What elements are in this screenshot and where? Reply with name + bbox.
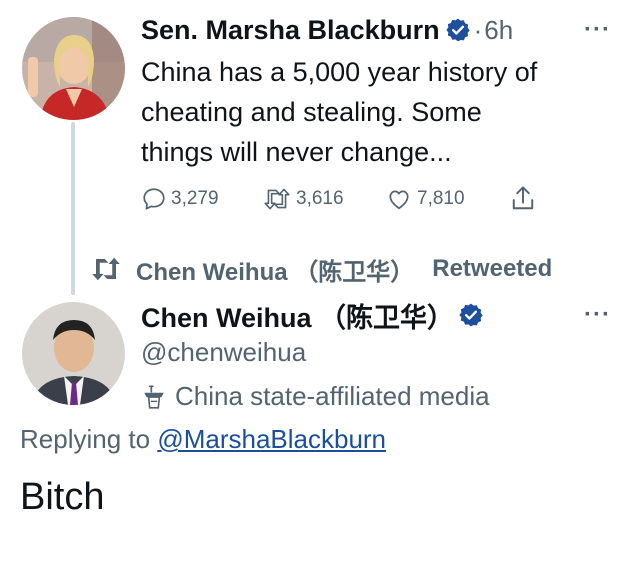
retweet-button[interactable]: 3,616 bbox=[262, 186, 344, 212]
verified-badge-icon bbox=[445, 17, 471, 43]
tweet1-more-options[interactable]: ··· bbox=[584, 16, 611, 44]
tweet2-header: Chen Weihua （陈卫华） ··· bbox=[141, 296, 611, 334]
share-icon bbox=[509, 184, 541, 214]
like-count: 7,810 bbox=[417, 188, 465, 209]
state-media-podium-icon bbox=[141, 382, 167, 410]
tweet1-text-line: cheating and stealing. Some bbox=[141, 97, 482, 127]
avatar-marsha-blackburn[interactable] bbox=[22, 17, 125, 120]
retweet-context-icon bbox=[86, 254, 126, 284]
replying-to-line: Replying to @MarshaBlackburn bbox=[20, 424, 386, 455]
retweeter-name[interactable]: Chen Weihua （陈卫华） bbox=[136, 252, 414, 287]
tweet1-action-bar: 3,279 3,616 7,810 bbox=[141, 184, 541, 216]
tweet2-text: Bitch bbox=[20, 476, 105, 518]
tweet2-more-options[interactable]: ··· bbox=[584, 301, 611, 329]
state-affiliation-label[interactable]: China state-affiliated media bbox=[141, 378, 490, 414]
retweet-count: 3,616 bbox=[296, 188, 344, 209]
tweet2-author-name[interactable]: Chen Weihua （陈卫华） bbox=[141, 296, 454, 335]
retweet-icon bbox=[262, 186, 296, 212]
tweet1-time-separator: · bbox=[473, 14, 483, 45]
tweet1-author-name[interactable]: Sen. Marsha Blackburn bbox=[141, 15, 440, 46]
affiliation-text: China state-affiliated media bbox=[175, 380, 490, 411]
reply-icon bbox=[141, 186, 171, 212]
retweeted-label: Retweeted bbox=[432, 255, 553, 282]
thread-connector-line bbox=[71, 122, 75, 295]
replying-to-handle-link[interactable]: @MarshaBlackburn bbox=[157, 424, 386, 454]
like-button[interactable]: 7,810 bbox=[385, 186, 465, 212]
replying-to-prefix: Replying to bbox=[20, 424, 151, 454]
reply-count: 3,279 bbox=[171, 188, 219, 209]
tweet1-text-line: things will never change... bbox=[141, 137, 452, 167]
share-button[interactable] bbox=[509, 184, 541, 214]
tweet1-timestamp[interactable]: 6h bbox=[484, 15, 513, 46]
tweet1-text-line: China has a 5,000 year history of bbox=[141, 57, 538, 87]
heart-icon bbox=[385, 186, 417, 212]
tweet2-handle[interactable]: @chenweihua bbox=[141, 337, 306, 368]
retweet-context: Chen Weihua （陈卫华） Retweeted bbox=[86, 252, 611, 286]
verified-badge-icon bbox=[458, 302, 484, 328]
reply-button[interactable]: 3,279 bbox=[141, 186, 219, 212]
tweet1-header: Sen. Marsha Blackburn · 6h ··· bbox=[141, 12, 611, 48]
avatar-chen-weihua[interactable] bbox=[22, 302, 125, 405]
tweet1-text: China has a 5,000 year history of cheati… bbox=[141, 52, 611, 172]
